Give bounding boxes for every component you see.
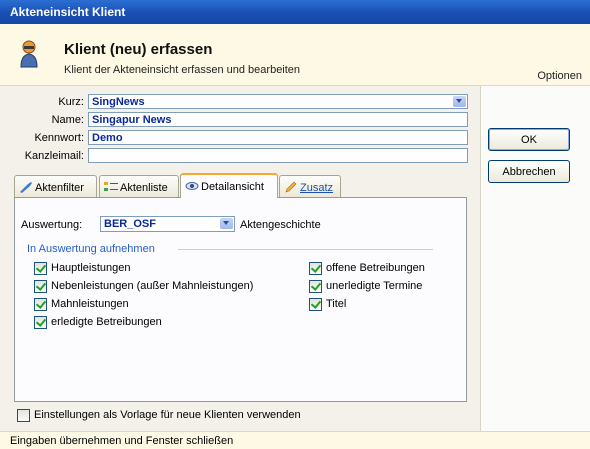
chevron-down-icon[interactable] bbox=[453, 96, 466, 107]
name-field[interactable]: Singapur News bbox=[88, 112, 468, 127]
checkbox-box[interactable] bbox=[309, 262, 322, 275]
kanzleimail-field[interactable] bbox=[88, 148, 468, 163]
checkbox-box[interactable] bbox=[309, 298, 322, 311]
kurz-label: Kurz: bbox=[58, 96, 84, 108]
auswertung-combo[interactable]: BER_OSF bbox=[100, 216, 235, 232]
list-icon bbox=[104, 182, 118, 191]
tab-detailansicht[interactable]: Detailansicht bbox=[180, 173, 278, 198]
group-divider bbox=[178, 249, 433, 250]
filter-icon bbox=[20, 182, 32, 193]
kennwort-label: Kennwort: bbox=[34, 132, 84, 144]
pencil-icon bbox=[285, 181, 297, 193]
client-person-icon bbox=[20, 40, 38, 68]
detail-tab-page: Auswertung: BER_OSF Aktengeschichte In A… bbox=[14, 197, 467, 402]
button-panel: OK Abbrechen bbox=[480, 86, 590, 431]
checkbox-box[interactable] bbox=[17, 409, 30, 422]
status-text: Eingaben übernehmen und Fenster schließe… bbox=[10, 435, 234, 447]
checkbox-box[interactable] bbox=[34, 262, 47, 275]
auswertung-value: BER_OSF bbox=[104, 218, 156, 230]
auswertung-description: Aktengeschichte bbox=[240, 219, 321, 231]
header-subtitle: Klient der Akteneinsicht erfassen und be… bbox=[64, 64, 301, 76]
tab-aktenfilter[interactable]: Aktenfilter bbox=[14, 175, 97, 197]
header-banner: Klient (neu) erfassen Klient der Aktenei… bbox=[0, 24, 590, 86]
tab-aktenliste[interactable]: Aktenliste bbox=[99, 175, 179, 197]
chevron-down-icon[interactable] bbox=[220, 218, 233, 229]
status-bar: Eingaben übernehmen und Fenster schließe… bbox=[0, 431, 590, 449]
group-label: In Auswertung aufnehmen bbox=[27, 243, 155, 255]
kurz-combo[interactable]: SingNews bbox=[88, 94, 468, 109]
options-link[interactable]: Optionen bbox=[537, 70, 582, 82]
dialog-window: Akteneinsicht Klient Klient (neu) erfass… bbox=[0, 0, 590, 449]
tab-zusatz[interactable]: Zusatz bbox=[279, 175, 341, 197]
checkbox-box[interactable] bbox=[34, 316, 47, 329]
cancel-button[interactable]: Abbrechen bbox=[488, 160, 570, 183]
title-bar: Akteneinsicht Klient bbox=[0, 0, 590, 24]
window-title: Akteneinsicht Klient bbox=[10, 5, 126, 19]
checkbox-box[interactable] bbox=[34, 298, 47, 311]
header-title: Klient (neu) erfassen bbox=[64, 41, 213, 58]
checkbox-box[interactable] bbox=[34, 280, 47, 293]
ok-button[interactable]: OK bbox=[488, 128, 570, 151]
checkbox-box[interactable] bbox=[309, 280, 322, 293]
kanzleimail-label: Kanzleimail: bbox=[24, 150, 84, 162]
auswertung-label: Auswertung: bbox=[21, 219, 83, 231]
name-label: Name: bbox=[51, 114, 84, 126]
kennwort-field[interactable]: Demo bbox=[88, 130, 468, 145]
eye-icon bbox=[185, 182, 199, 190]
kurz-value: SingNews bbox=[92, 96, 145, 108]
